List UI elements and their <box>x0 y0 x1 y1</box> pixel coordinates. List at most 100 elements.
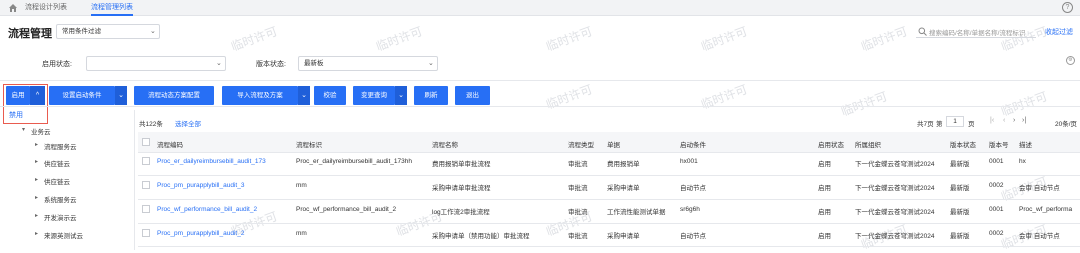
search-input[interactable]: 搜索编码/名称/单据名称/流程标识 <box>929 27 1025 37</box>
tree-item[interactable]: 系统服务云 <box>44 194 77 204</box>
refresh-button[interactable]: 刷新 <box>414 86 448 105</box>
version-status-select[interactable]: 最新板 <box>298 56 438 71</box>
watermark: 临时许可 <box>229 24 280 54</box>
table-cell-code[interactable]: Proc_pm_purapplybill_audit_2 <box>157 230 244 237</box>
table-cell-bill: 采购申请单 <box>607 185 640 192</box>
row-checkbox[interactable] <box>142 157 150 165</box>
enable-button[interactable]: 启用 <box>6 86 30 105</box>
dynamic-config-button[interactable]: 流程动态方案配置 <box>134 86 214 105</box>
table-cell-bill: 费用报销单 <box>607 161 640 168</box>
watermark: 临时许可 <box>699 24 750 54</box>
row-divider <box>138 199 1080 200</box>
column-header-description[interactable]: 描述 <box>1019 139 1032 149</box>
table-cell-code[interactable]: Proc_wf_performance_bill_audit_2 <box>157 206 257 213</box>
tree-item[interactable]: 来源英测试云 <box>44 230 83 240</box>
table-cell-type: 审批流 <box>568 233 588 240</box>
tree-collapse-icon[interactable]: ▾ <box>22 126 25 133</box>
table-cell-version: 0002 <box>989 182 1004 189</box>
table-cell-version-status: 最新版 <box>950 161 970 168</box>
column-header-enable-status[interactable]: 启用状态 <box>818 139 844 149</box>
table-cell-identifier: Proc_wf_performance_bill_audit_2 <box>296 206 397 213</box>
divider-line <box>0 106 1080 107</box>
table-cell-version: 0001 <box>989 158 1004 165</box>
page-size-select[interactable]: 20条/页 <box>1055 118 1077 128</box>
row-divider <box>138 152 1080 153</box>
table-cell-description: hx <box>1019 158 1026 165</box>
tab-process-design-list[interactable]: 流程设计列表 <box>25 0 67 16</box>
watermark: 临时许可 <box>374 24 425 54</box>
column-header-start-condition[interactable]: 启动条件 <box>680 139 706 149</box>
table-cell-version-status: 最新版 <box>950 185 970 192</box>
help-icon[interactable]: ? <box>1062 2 1073 13</box>
enable-status-select[interactable] <box>86 56 226 71</box>
set-start-condition-button[interactable]: 设置启动条件 <box>49 86 115 105</box>
table-cell-code[interactable]: Proc_er_dailyreimbursebill_audit_173 <box>157 158 266 165</box>
column-header-code[interactable]: 流程编码 <box>157 139 183 149</box>
table-cell-enable-status: 启用 <box>818 209 831 216</box>
select-all-checkbox[interactable] <box>142 138 150 146</box>
page-number-input[interactable]: 1 <box>946 116 964 127</box>
row-divider <box>138 246 1080 247</box>
tree-expand-icon[interactable]: ▸ <box>35 194 38 201</box>
column-header-bill[interactable]: 单据 <box>607 139 620 149</box>
column-header-version[interactable]: 版本号 <box>989 139 1009 149</box>
tree-expand-icon[interactable]: ▸ <box>35 230 38 237</box>
column-header-name[interactable]: 流程名称 <box>432 139 458 149</box>
version-status-value: 最新板 <box>304 60 324 67</box>
row-checkbox[interactable] <box>142 229 150 237</box>
table-cell-code[interactable]: Proc_pm_purapplybill_audit_3 <box>157 182 244 189</box>
row-checkbox[interactable] <box>142 181 150 189</box>
tree-item[interactable]: 供应链云 <box>44 158 70 168</box>
tree-expand-icon[interactable]: ▸ <box>35 176 38 183</box>
column-header-type[interactable]: 流程类型 <box>568 139 594 149</box>
select-all-link[interactable]: 选择全部 <box>175 118 201 128</box>
tree-expand-icon[interactable]: ▸ <box>35 158 38 165</box>
settings-icon[interactable]: ⚙ <box>1066 56 1075 65</box>
toolbar-divider <box>0 80 1080 81</box>
table-cell-enable-status: 启用 <box>818 233 831 240</box>
tree-item[interactable]: 开发演示云 <box>44 212 77 222</box>
next-page-icon[interactable]: › <box>1013 117 1015 124</box>
change-query-dropdown[interactable]: ⌄ <box>395 86 407 105</box>
tree-expand-icon[interactable]: ▸ <box>35 141 38 148</box>
collapse-filter-link[interactable]: 收起过滤 <box>1045 27 1073 37</box>
table-cell-version-status: 最新版 <box>950 209 970 216</box>
filter-scheme-select[interactable]: 常用条件过滤 <box>56 24 160 39</box>
watermark: 临时许可 <box>999 89 1050 119</box>
page-title: 流程管理 <box>8 28 52 40</box>
table-cell-org: 下一代金蝶云苍穹测试2024 <box>855 185 935 192</box>
change-query-button[interactable]: 变更查询 <box>353 86 395 105</box>
table-cell-type: 审批流 <box>568 161 588 168</box>
page-suffix: 页 <box>968 121 975 128</box>
chevron-down-icon: ⌄ <box>150 28 156 35</box>
table-cell-identifier: mm <box>296 230 307 237</box>
tree-expand-icon[interactable]: ▸ <box>35 212 38 219</box>
import-dropdown[interactable]: ⌄ <box>298 86 310 105</box>
column-header-version-status[interactable]: 版本状态 <box>950 139 976 149</box>
home-icon[interactable] <box>8 3 18 13</box>
last-page-icon[interactable]: ›| <box>1022 117 1026 124</box>
enable-dropdown-toggle[interactable]: ^ <box>30 86 45 105</box>
exit-button[interactable]: 退出 <box>455 86 490 105</box>
row-checkbox[interactable] <box>142 205 150 213</box>
column-header-identifier[interactable]: 流程标识 <box>296 139 322 149</box>
search-underline <box>916 37 1036 38</box>
import-button[interactable]: 导入流程及方案 <box>222 86 298 105</box>
first-page-icon[interactable]: |‹ <box>990 117 994 124</box>
tree-item[interactable]: 供应链云 <box>44 176 70 186</box>
table-cell-name: 采购申请单审批流程 <box>432 185 491 192</box>
table-cell-org: 下一代金蝶云苍穹测试2024 <box>855 161 935 168</box>
dropdown-item-disable[interactable]: 禁用 <box>9 110 23 120</box>
search-icon[interactable] <box>918 27 927 36</box>
prev-page-icon[interactable]: ‹ <box>1003 117 1005 124</box>
column-header-org[interactable]: 所属组织 <box>855 139 881 149</box>
verify-button[interactable]: 校验 <box>314 86 346 105</box>
table-cell-enable-status: 启用 <box>818 161 831 168</box>
watermark: 临时许可 <box>839 89 890 119</box>
tree-item[interactable]: 流程服务云 <box>44 141 77 151</box>
table-cell-version: 0002 <box>989 230 1004 237</box>
tree-root[interactable]: 业务云 <box>31 126 51 136</box>
tab-process-manage-list[interactable]: 流程管理列表 <box>91 0 133 16</box>
total-pages: 共7页 <box>917 121 934 128</box>
set-start-condition-dropdown[interactable]: ⌄ <box>115 86 127 105</box>
